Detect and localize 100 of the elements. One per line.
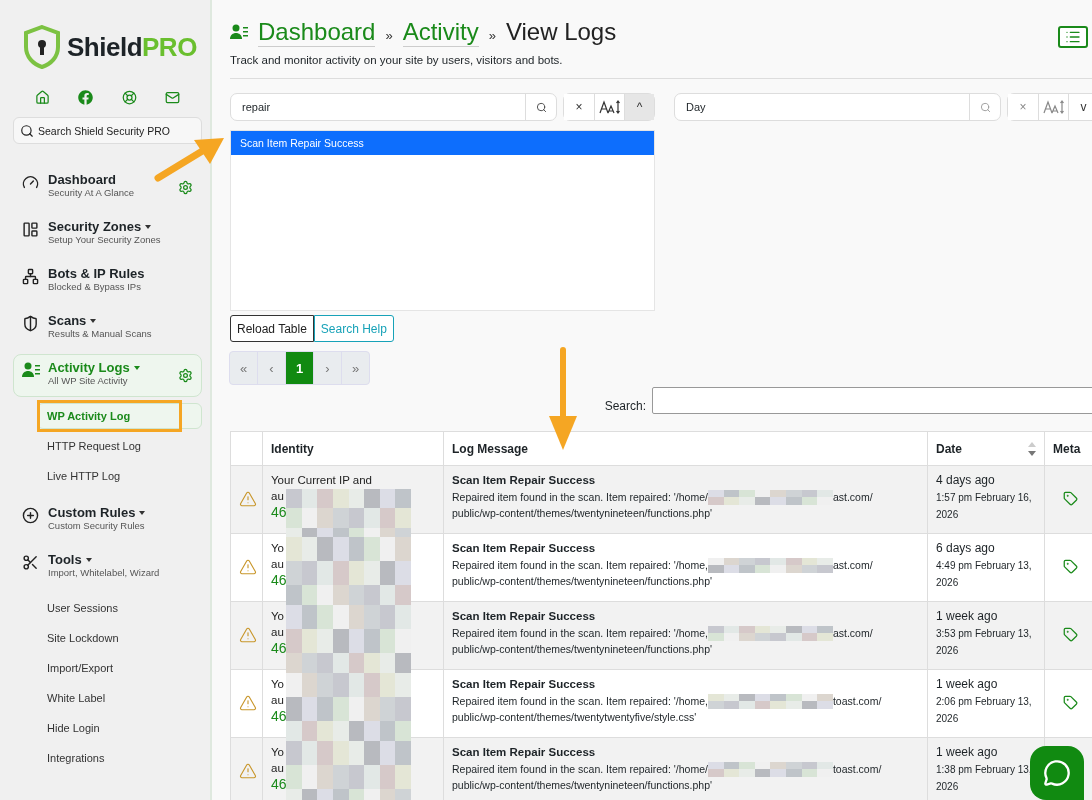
filter-field[interactable]: repair: [230, 93, 557, 121]
relative-date: 1 week ago: [936, 676, 999, 693]
log-message: ast.com/: [832, 490, 873, 505]
tag-icon[interactable]: [1063, 627, 1078, 642]
log-message: Repaired item found in the scan. Item repaired: '/home,: [452, 694, 708, 709]
toggle-button[interactable]: ^: [624, 94, 654, 120]
column-header: Identity: [262, 431, 444, 466]
dropdown-option[interactable]: Scan Item Repair Success: [231, 131, 654, 155]
search-icon: [20, 123, 34, 138]
page-title: View Logs: [505, 17, 617, 46]
relative-date: 4 days ago: [936, 472, 996, 489]
relative-date: 1 week ago: [936, 744, 999, 761]
log-message: public/wp-content/themes/twentynineteen/functions.php': [452, 506, 713, 521]
facebook-icon[interactable]: [78, 90, 94, 105]
search-field[interactable]: Search Shield Security PRO: [13, 117, 202, 144]
settings-icon[interactable]: [178, 180, 193, 195]
page-button[interactable]: «: [229, 351, 258, 385]
identity-text: 46: [271, 776, 288, 792]
chat-icon: [1043, 759, 1071, 787]
search-icon[interactable]: [535, 101, 547, 113]
submenu-item[interactable]: Integrations: [37, 745, 202, 771]
toggle-button[interactable]: v: [1068, 94, 1092, 120]
log-message: public/wp-content/themes/twentynineteen/functions.php': [452, 642, 713, 657]
log-message: public/wp-content/themes/twentynineteen/functions.php': [452, 778, 713, 793]
identity-text: Yo: [271, 541, 285, 556]
log-title: Scan Item Repair Success: [452, 745, 597, 760]
table-search-field[interactable]: [652, 387, 1092, 414]
log-title: Scan Item Repair Success: [452, 473, 597, 488]
identity-text: 46: [271, 504, 288, 520]
menu-button[interactable]: [1058, 26, 1088, 48]
submenu-item[interactable]: WP Activity Log: [37, 403, 202, 429]
page-button[interactable]: »: [341, 351, 370, 385]
text-case-icon[interactable]: [598, 100, 621, 114]
shield-logo-icon: [23, 25, 61, 69]
identity-text: 46: [271, 640, 288, 656]
submenu-item[interactable]: Live HTTP Log: [37, 463, 202, 489]
page-button[interactable]: 1: [285, 351, 314, 385]
date-text: 1:57 pm February 16, 2026: [936, 491, 1033, 522]
submenu-item[interactable]: HTTP Request Log: [37, 433, 202, 459]
home-icon[interactable]: [35, 90, 50, 105]
date-text: 3:53 pm February 13, 2026: [936, 627, 1033, 658]
breadcrumb-link[interactable]: Activity: [402, 17, 479, 47]
sidebar-item[interactable]: Activity Logs All WP Site Activity: [13, 354, 202, 397]
scissors-icon: [22, 554, 39, 571]
gauge-icon: [22, 174, 39, 191]
identity-text: 46: [271, 708, 288, 724]
warning-icon: [239, 625, 257, 644]
clear-button[interactable]: ×: [564, 94, 594, 120]
filter-field[interactable]: Day: [674, 93, 1001, 121]
network-icon: [22, 268, 39, 285]
identity-text: Yo: [271, 609, 285, 624]
sidebar-item[interactable]: Bots & IP Rules Blocked & Bypass IPs: [13, 260, 202, 303]
sidebar-item[interactable]: Scans Results & Manual Scans: [13, 307, 202, 350]
log-message: ast.com/: [832, 626, 873, 641]
warning-icon: [239, 761, 257, 780]
log-message: Repaired item found in the scan. Item repaired: '/home,: [452, 626, 708, 641]
column-header[interactable]: Date: [927, 431, 1045, 466]
log-title: Scan Item Repair Success: [452, 677, 597, 692]
identity-text: au: [271, 761, 285, 776]
sidebar-item[interactable]: Custom Rules Custom Security Rules: [13, 499, 202, 542]
sidebar-item[interactable]: Security Zones Setup Your Security Zones: [13, 213, 202, 256]
tag-icon[interactable]: [1063, 559, 1078, 574]
identity-text: 46: [271, 572, 288, 588]
chat-button[interactable]: [1030, 746, 1084, 800]
page-button[interactable]: ›: [313, 351, 342, 385]
warning-icon: [239, 489, 257, 508]
page-button[interactable]: ‹: [257, 351, 286, 385]
breadcrumb-link[interactable]: Dashboard: [258, 17, 376, 47]
tag-icon[interactable]: [1063, 491, 1078, 506]
column-header: Log Message: [443, 431, 928, 466]
date-text: 4:49 pm February 13, 2026: [936, 559, 1033, 590]
page-description: Track and monitor activity on your site by users, visitors and bots.: [230, 54, 1092, 79]
identity-text: au: [271, 489, 285, 504]
submenu-item[interactable]: Import/Export: [37, 655, 202, 681]
relative-date: 1 week ago: [936, 608, 999, 625]
log-message: public/wp-content/themes/twentynineteen/functions.php': [452, 574, 713, 589]
submenu-item[interactable]: White Label: [37, 685, 202, 711]
breadcrumb-separator: »: [385, 27, 393, 43]
mail-icon[interactable]: [165, 90, 180, 105]
sidebar-item[interactable]: Tools Import, Whitelabel, Wizard: [13, 546, 202, 589]
submenu-item[interactable]: User Sessions: [37, 595, 202, 621]
clear-button[interactable]: ×: [1008, 94, 1038, 120]
log-message: Repaired item found in the scan. Item repaired: '/home/: [452, 762, 708, 777]
sidebar-item[interactable]: Dashboard Security At A Glance: [13, 166, 202, 209]
breadcrumb-separator: »: [488, 27, 496, 43]
warning-icon: [239, 693, 257, 712]
tag-icon[interactable]: [1063, 695, 1078, 710]
log-message: ast.com/: [832, 558, 873, 573]
reload-button[interactable]: Reload Table: [230, 315, 314, 342]
lifebuoy-icon[interactable]: [121, 90, 137, 105]
submenu-item[interactable]: Site Lockdown: [37, 625, 202, 651]
identity-text: au: [271, 625, 285, 640]
identity-text: Yo: [271, 677, 285, 692]
list-icon: [1065, 29, 1081, 45]
submenu-item[interactable]: Hide Login: [37, 715, 202, 741]
log-message: public/wp-content/themes/twentytwentyfive/style.css': [452, 710, 698, 725]
settings-icon[interactable]: [178, 368, 193, 383]
shield-icon: [22, 315, 39, 332]
log-message: Repaired item found in the scan. Item repaired: '/home,: [452, 558, 708, 573]
warning-icon: [239, 557, 257, 576]
